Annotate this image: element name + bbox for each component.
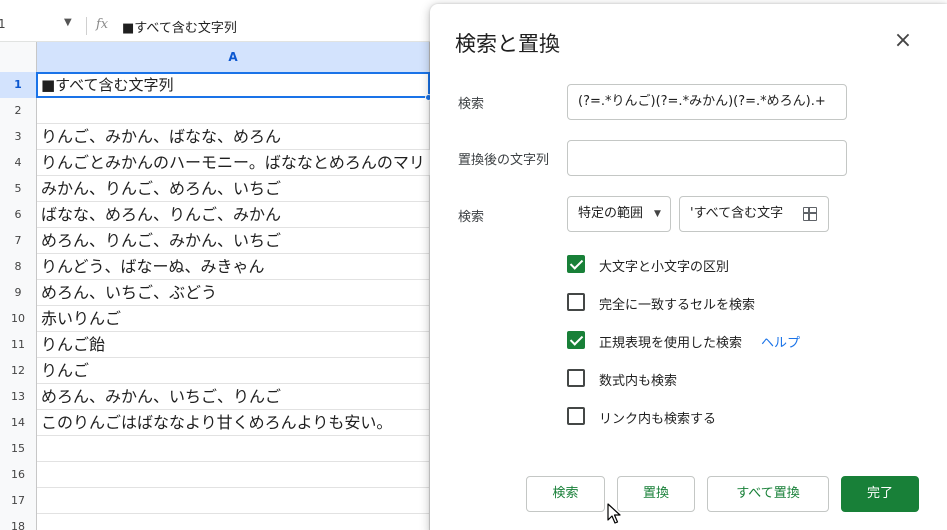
checkbox-label: 完全に一致するセルを検索 xyxy=(599,298,756,313)
scope-select[interactable]: 特定の範囲 ▼ xyxy=(567,196,671,232)
search-links-checkbox[interactable] xyxy=(567,407,585,425)
cell[interactable] xyxy=(37,488,430,514)
select-all-corner[interactable] xyxy=(0,42,37,72)
row-header[interactable]: 5 xyxy=(0,176,37,202)
checkbox-label: 大文字と小文字の区別 xyxy=(599,260,730,275)
row-header[interactable]: 17 xyxy=(0,488,37,514)
search-formulas-checkbox[interactable] xyxy=(567,369,585,387)
range-input[interactable]: 'すべて含む文字 xyxy=(679,196,829,232)
find-button[interactable]: 検索 xyxy=(526,476,605,512)
row-header[interactable]: 2 xyxy=(0,98,37,124)
select-range-icon[interactable] xyxy=(803,207,817,221)
chevron-down-icon: ▼ xyxy=(654,209,661,219)
done-button[interactable]: 完了 xyxy=(841,476,919,512)
cell[interactable] xyxy=(37,436,430,462)
checkbox-label: リンク内も検索する xyxy=(599,412,717,427)
row-header[interactable]: 8 xyxy=(0,254,37,280)
help-link[interactable]: ヘルプ xyxy=(761,332,800,351)
row-header[interactable]: 4 xyxy=(0,150,37,176)
row-header[interactable]: 11 xyxy=(0,332,37,358)
row-header[interactable]: 12 xyxy=(0,358,37,384)
formula-input[interactable]: ■すべて含む文字列 xyxy=(122,17,237,36)
row-header[interactable]: 3 xyxy=(0,124,37,150)
cell[interactable]: めろん、いちご、ぶどう xyxy=(37,280,430,306)
match-case-checkbox[interactable] xyxy=(567,255,585,273)
name-box-value: 1 xyxy=(0,17,6,31)
replace-input[interactable] xyxy=(567,140,847,176)
cell[interactable]: このりんごはばななより甘くめろんよりも安い。 xyxy=(37,410,430,436)
column-header-a[interactable]: A xyxy=(37,42,430,72)
cell[interactable] xyxy=(37,98,430,124)
cell[interactable] xyxy=(37,462,430,488)
row-header[interactable]: 18 xyxy=(0,514,37,530)
replace-label: 置換後の文字列 xyxy=(458,153,550,168)
search-label: 検索 xyxy=(458,97,485,112)
row-header[interactable]: 15 xyxy=(0,436,37,462)
checkbox-label: 正規表現を使用した検索 xyxy=(599,336,743,351)
cell[interactable]: りんどう、ばなーぬ、みきゃん xyxy=(37,254,430,280)
cell[interactable]: めろん、みかん、いちご、りんご xyxy=(37,384,430,410)
row-header[interactable]: 7 xyxy=(0,228,37,254)
divider xyxy=(86,17,87,35)
row-header[interactable]: 16 xyxy=(0,462,37,488)
checkbox-label: 数式内も検索 xyxy=(599,374,678,389)
search-input[interactable]: (?=.*りんご)(?=.*みかん)(?=.*めろん).+ xyxy=(567,84,847,120)
row-header[interactable]: 13 xyxy=(0,384,37,410)
cell[interactable] xyxy=(37,514,430,530)
dialog-title: 検索と置換 xyxy=(455,32,560,56)
cell[interactable]: みかん、りんご、めろん、いちご xyxy=(37,176,430,202)
row-header[interactable]: 10 xyxy=(0,306,37,332)
cell[interactable]: りんご飴 xyxy=(37,332,430,358)
scope-label: 検索 xyxy=(458,210,485,225)
cell[interactable]: りんご、みかん、ばなな、めろん xyxy=(37,124,430,150)
range-value: 'すべて含む文字 xyxy=(690,206,784,221)
replace-all-button[interactable]: すべて置換 xyxy=(707,476,829,512)
row-header[interactable]: 14 xyxy=(0,410,37,436)
cell[interactable]: りんご xyxy=(37,358,430,384)
replace-button[interactable]: 置換 xyxy=(617,476,695,512)
mouse-pointer-icon xyxy=(607,503,621,524)
name-box[interactable]: 1 ▼ xyxy=(0,14,80,36)
find-replace-dialog: 検索と置換 × 検索 (?=.*りんご)(?=.*みかん)(?=.*めろん).+… xyxy=(430,4,947,530)
regex-checkbox[interactable] xyxy=(567,331,585,349)
chevron-down-icon[interactable]: ▼ xyxy=(64,17,72,28)
cell[interactable]: 赤いりんご xyxy=(37,306,430,332)
cell[interactable]: ばなな、めろん、りんご、みかん xyxy=(37,202,430,228)
row-header[interactable]: 1 xyxy=(0,72,37,98)
scope-select-value: 特定の範囲 xyxy=(578,206,644,221)
cell[interactable]: めろん、りんご、みかん、いちご xyxy=(37,228,430,254)
row-header[interactable]: 6 xyxy=(0,202,37,228)
cell[interactable]: りんごとみかんのハーモニー。ばななとめろんのマリ xyxy=(37,150,437,176)
cell[interactable]: ■すべて含む文字列 xyxy=(37,72,430,98)
row-header[interactable]: 9 xyxy=(0,280,37,306)
fx-icon: fx xyxy=(96,17,109,32)
close-icon[interactable]: × xyxy=(892,30,914,53)
match-entire-cell-checkbox[interactable] xyxy=(567,293,585,311)
